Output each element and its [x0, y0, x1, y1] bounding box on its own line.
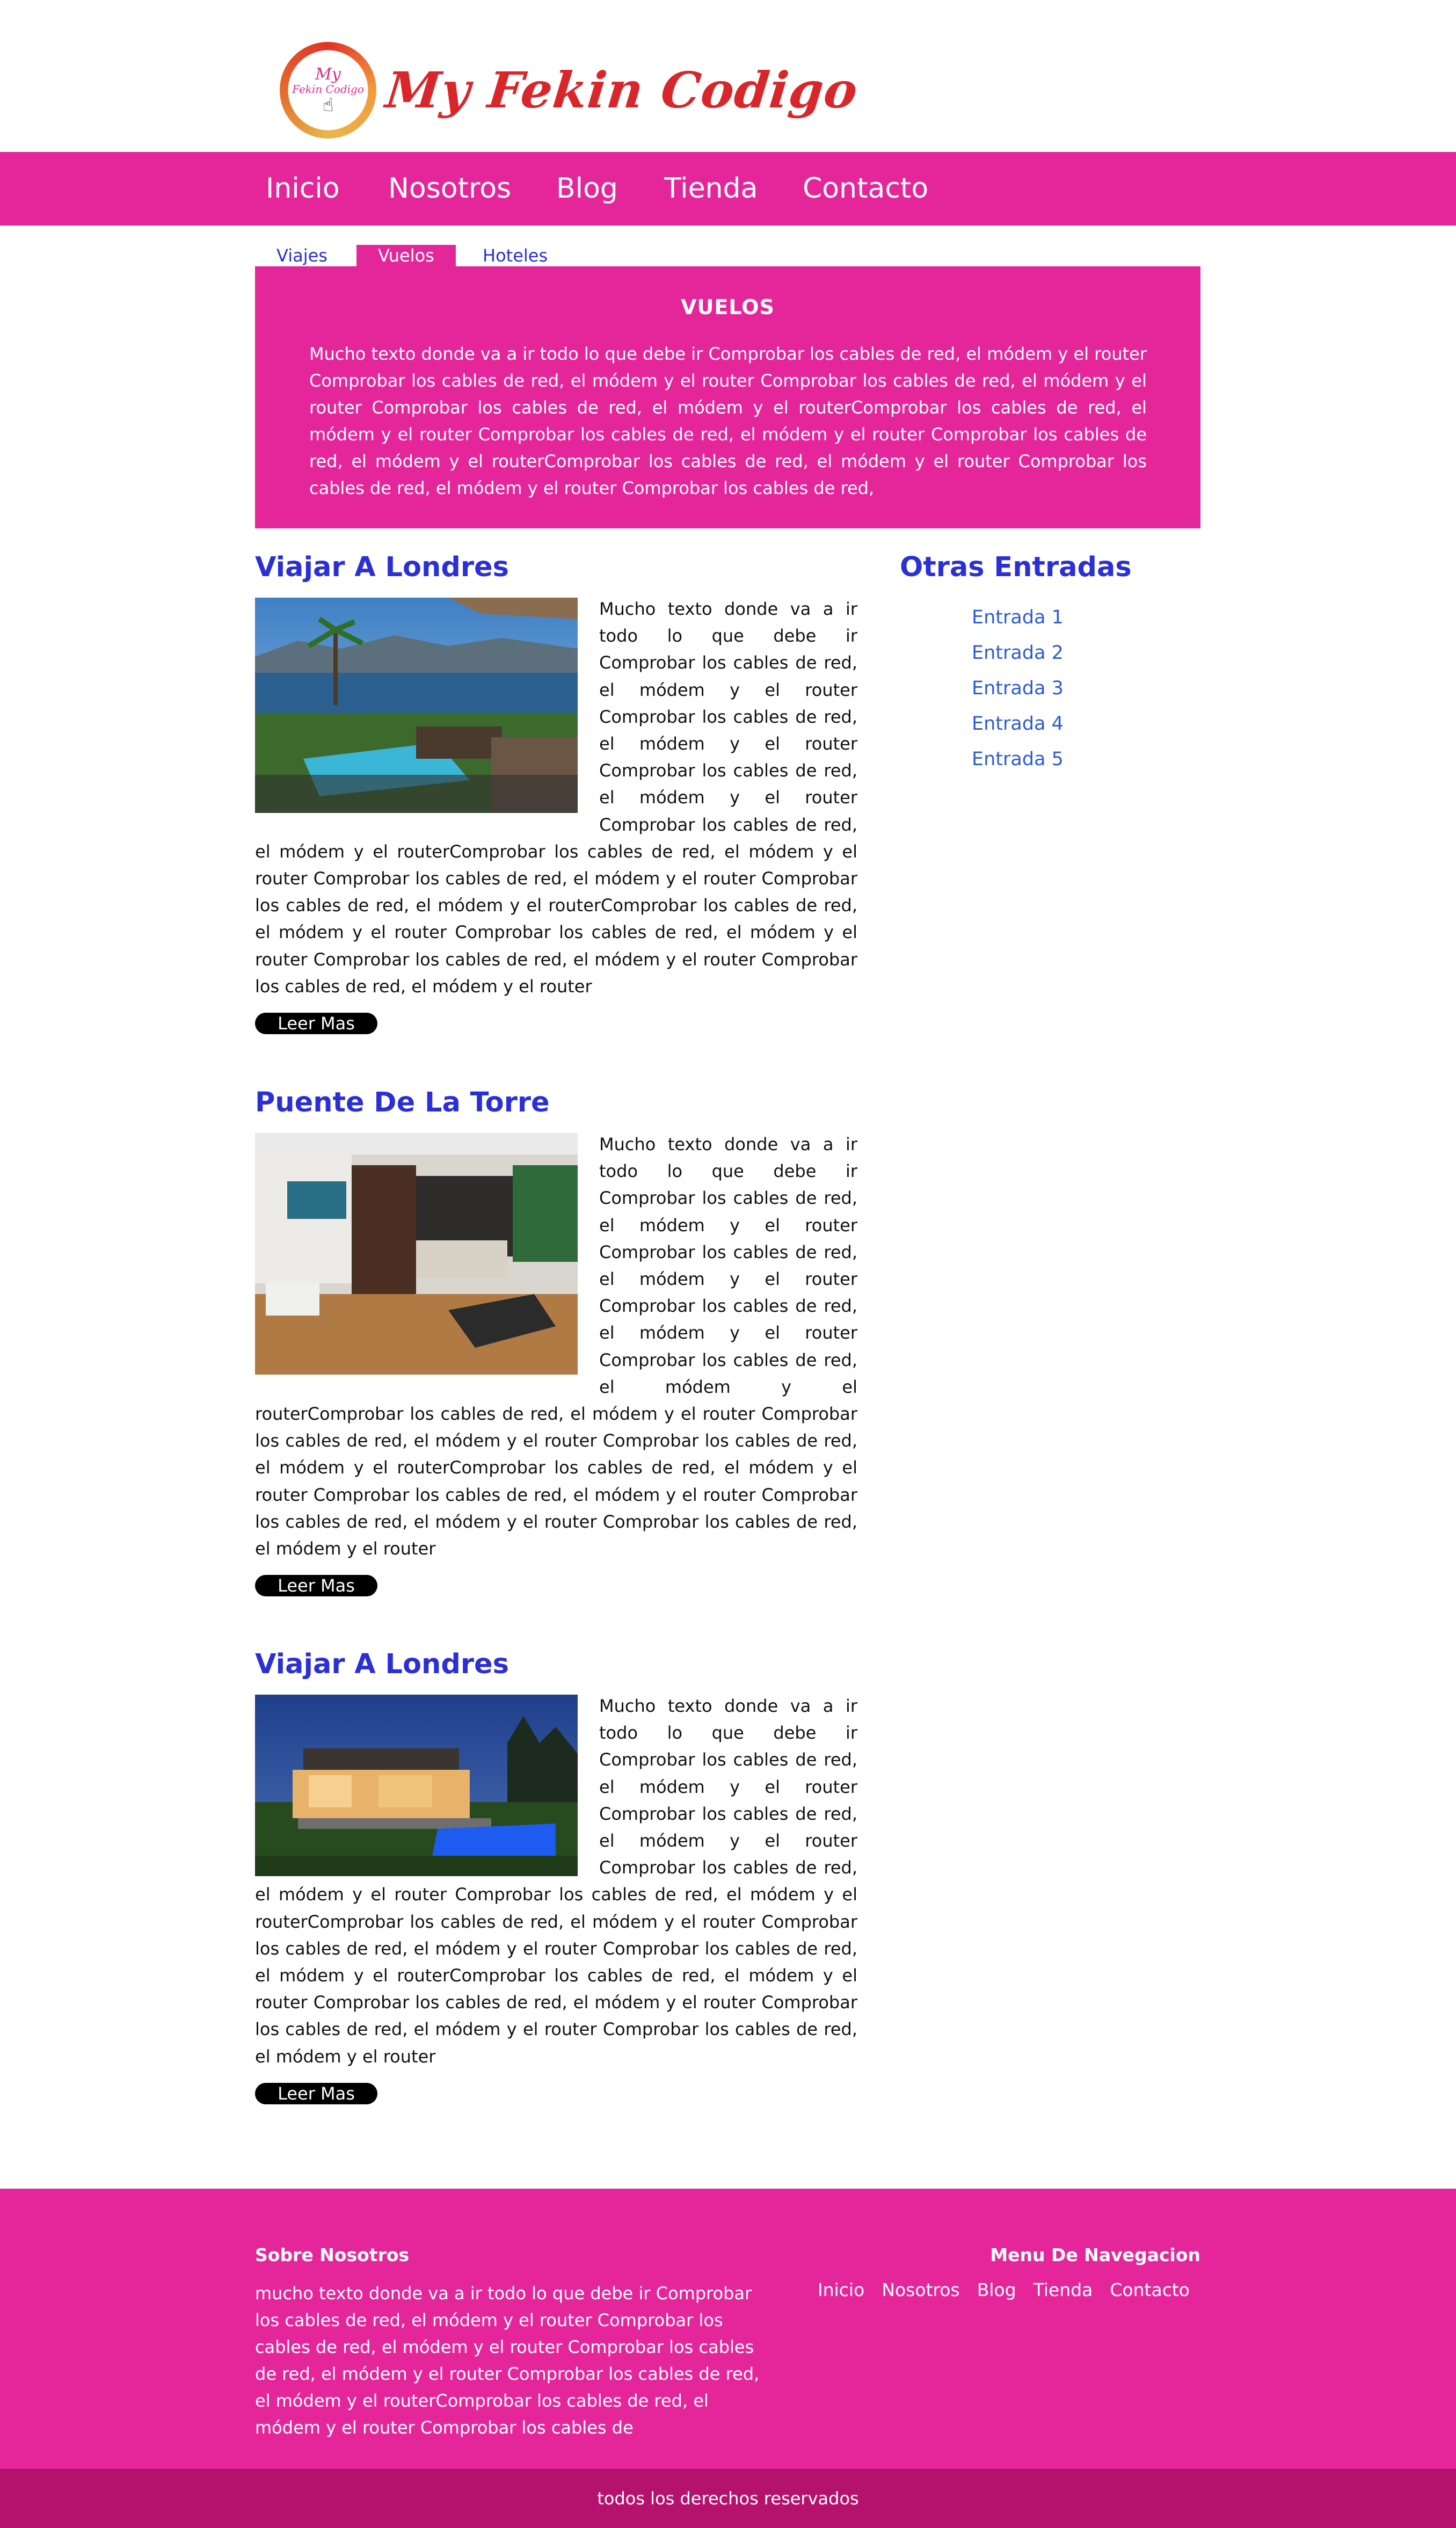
tab-viajes[interactable]: Viajes: [255, 245, 349, 266]
modern-interior-image: [255, 1133, 578, 1375]
sidebar-list: Entrada 1 Entrada 2 Entrada 3 Entrada 4 …: [900, 600, 1200, 777]
article-title[interactable]: Viajar A Londres: [255, 1647, 857, 1682]
footer-link-tienda[interactable]: Tienda: [1033, 2277, 1093, 2304]
article-card: Puente De La Torre Mucho texto donde va …: [255, 1086, 857, 1597]
tab-panel: VUELOS Mucho texto donde va a ir todo lo…: [255, 266, 1200, 528]
read-more-button[interactable]: Leer Mas: [255, 1013, 377, 1035]
footer-link-blog[interactable]: Blog: [977, 2277, 1016, 2304]
copyright-bar: todos los derechos reservados: [0, 2469, 1456, 2528]
footer-nav: Menu De Navegacion Inicio Nosotros Blog …: [805, 2244, 1200, 2304]
logo-badge: My Fekin Codigo ☝: [280, 42, 376, 139]
nav-item-contacto[interactable]: Contacto: [803, 171, 928, 206]
sidebar-item-entrada-4[interactable]: Entrada 4: [900, 706, 1200, 742]
sidebar-item-entrada-1[interactable]: Entrada 1: [900, 600, 1200, 635]
article-title[interactable]: Viajar A Londres: [255, 550, 857, 585]
tab-vuelos[interactable]: Vuelos: [356, 245, 456, 266]
tab-hoteles[interactable]: Hoteles: [461, 245, 569, 266]
footer-nav-title: Menu De Navegacion: [990, 2244, 1200, 2265]
logo-badge-line1: My: [315, 65, 341, 84]
nav-item-tienda[interactable]: Tienda: [664, 171, 758, 206]
site-footer: Sobre Nosotros mucho texto donde va a ir…: [0, 2189, 1456, 2469]
nav-item-nosotros[interactable]: Nosotros: [388, 171, 511, 206]
sidebar-item-entrada-2[interactable]: Entrada 2: [900, 635, 1200, 671]
footer-link-contacto[interactable]: Contacto: [1110, 2277, 1190, 2304]
sidebar-item-entrada-3[interactable]: Entrada 3: [900, 671, 1200, 706]
tab-panel-text: Mucho texto donde va a ir todo lo que de…: [309, 344, 1147, 498]
sidebar-title: Otras Entradas: [900, 551, 1132, 583]
footer-about-title: Sobre Nosotros: [255, 2244, 410, 2265]
article-card: Viajar A Londres Mucho texto donde va a …: [255, 1647, 857, 2104]
footer-link-nosotros[interactable]: Nosotros: [882, 2277, 959, 2304]
nav-item-inicio[interactable]: Inicio: [266, 171, 340, 206]
nav-item-blog[interactable]: Blog: [556, 171, 618, 206]
footer-link-inicio[interactable]: Inicio: [818, 2277, 864, 2304]
read-more-button[interactable]: Leer Mas: [255, 1575, 377, 1597]
site-header: My Fekin Codigo ☝ My Fekin Codigo: [0, 0, 1456, 152]
logo-badge-line2: Fekin Codigo: [292, 83, 364, 96]
logo[interactable]: My Fekin Codigo ☝ My Fekin Codigo: [280, 42, 861, 139]
night-house-pool-image: [255, 1695, 578, 1876]
read-more-button[interactable]: Leer Mas: [255, 2082, 377, 2104]
article-card: Viajar A Londres Mucho texto donde va a …: [255, 550, 857, 1035]
article-title[interactable]: Puente De La Torre: [255, 1086, 857, 1120]
resort-pool-lake-image: [255, 598, 578, 813]
main-nav: Inicio Nosotros Blog Tienda Contacto: [0, 152, 1456, 226]
page: My Fekin Codigo ☝ My Fekin Codigo Inicio…: [0, 0, 1456, 2528]
footer-about: Sobre Nosotros mucho texto donde va a ir…: [255, 2244, 770, 2441]
sidebar-item-entrada-5[interactable]: Entrada 5: [900, 742, 1200, 777]
sidebar: Otras Entradas Entrada 1 Entrada 2 Entra…: [900, 550, 1200, 777]
hand-pointer-icon: ☝: [322, 95, 334, 116]
tab-panel-title: VUELOS: [681, 295, 775, 319]
logo-title: My Fekin Codigo: [383, 61, 861, 119]
footer-about-text: mucho texto donde va a ir todo lo que de…: [255, 2283, 760, 2438]
